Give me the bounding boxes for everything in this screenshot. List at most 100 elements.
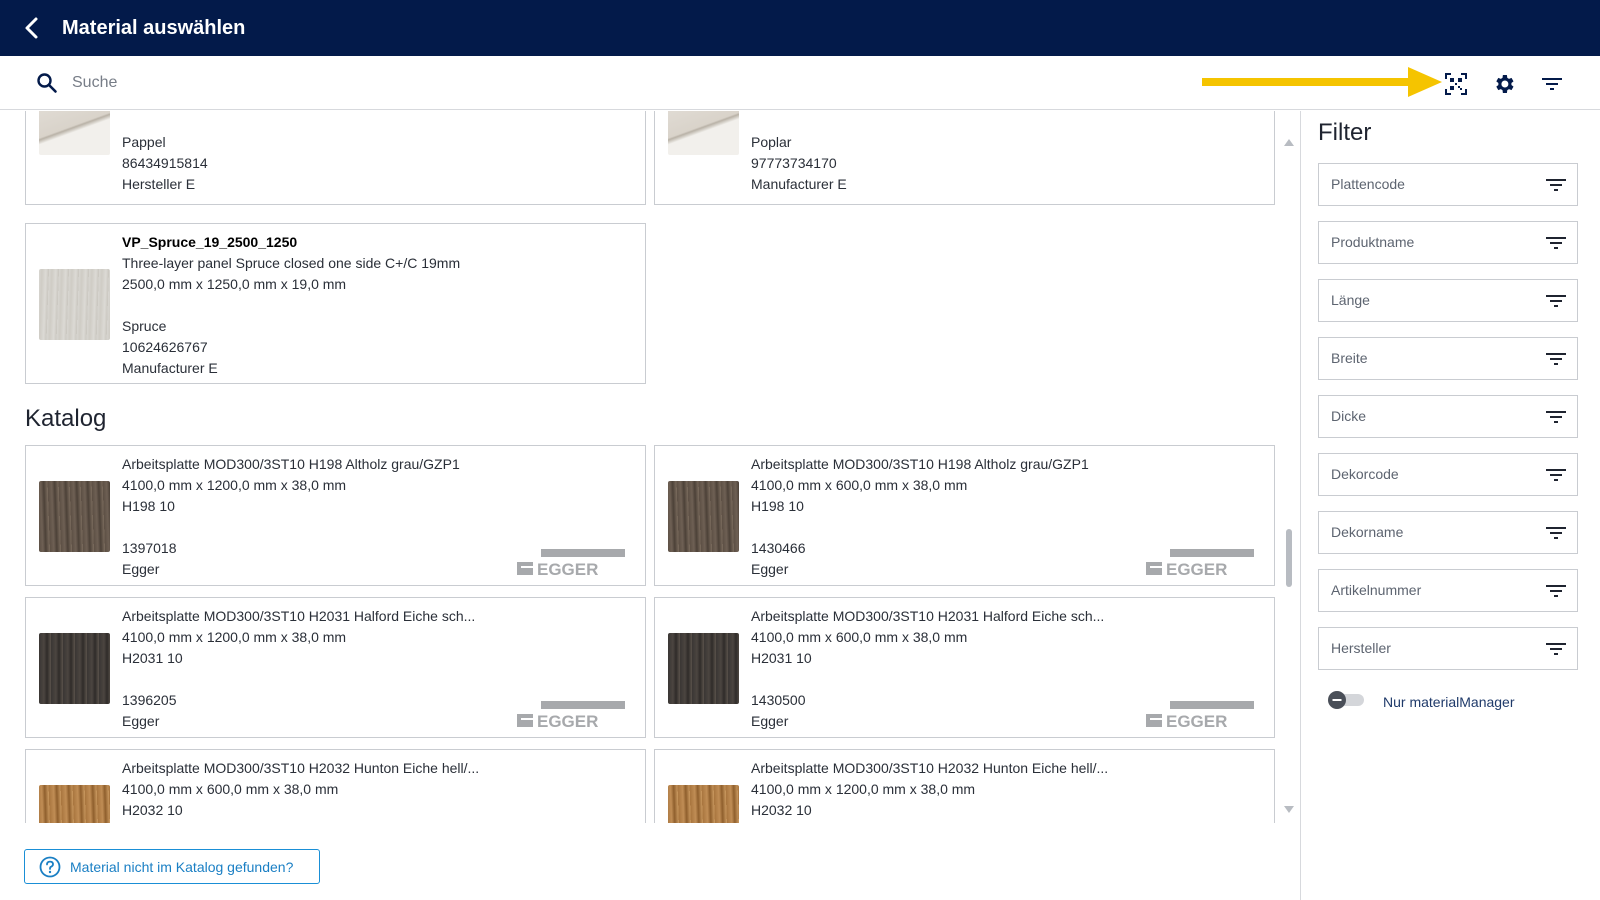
list-scrollbar[interactable] [1282,133,1296,823]
catalog-item-name: Arbeitsplatte MOD300/3ST10 H2032 Hunton … [122,760,480,776]
material-thumbnail [39,785,110,823]
app-header: Material auswählen [0,0,1600,56]
material-card[interactable]: Poplar 97773734170 Manufacturer E [654,111,1275,205]
page-title: Material auswählen [62,16,246,39]
catalog-item-decor: H2032 10 [751,802,812,818]
material-code: 97773734170 [751,155,837,171]
svg-text:EGGER: EGGER [1166,560,1227,577]
material-not-found-button[interactable]: Material nicht im Katalog gefunden? [24,849,320,884]
catalog-item-card[interactable]: Arbeitsplatte MOD300/3ST10 H2031 Halford… [654,597,1275,738]
filter-icon [1546,643,1566,655]
material-thumbnail [39,111,110,155]
annotation-arrow [1202,67,1442,97]
material-manager-toggle[interactable] [1328,691,1364,709]
scroll-up-icon[interactable] [1284,137,1294,147]
catalog-item-article: 1430466 [751,540,806,556]
svg-text:EGGER: EGGER [537,560,598,577]
catalog-item-manufacturer: Egger [751,713,789,729]
material-manufacturer: Manufacturer E [751,176,847,192]
svg-text:EGGER: EGGER [1166,712,1227,729]
catalog-item-name: Arbeitsplatte MOD300/3ST10 H2031 Halford… [751,608,1105,624]
filter-field-label: Produktname [1331,234,1415,250]
egger-logo: EGGER [1146,701,1254,729]
catalog-section-title: Katalog [25,405,107,432]
catalog-item-dimensions: 4100,0 mm x 1200,0 mm x 38,0 mm [122,477,347,493]
filter-field-label: Dekorcode [1331,466,1399,482]
catalog-item-decor: H198 10 [751,498,804,514]
catalog-item-name: Arbeitsplatte MOD300/3ST10 H198 Altholz … [122,456,460,472]
gear-icon [1496,75,1514,93]
material-not-found-label: Material nicht im Katalog gefunden? [70,858,294,875]
filter-panel: Filter Plattencode Produktname Länge Bre… [1300,111,1600,900]
material-thumbnail [39,481,110,552]
filter-icon [1546,585,1566,597]
filter-icon [1546,469,1566,481]
catalog-item-card[interactable]: Arbeitsplatte MOD300/3ST10 H2032 Hunton … [25,749,646,823]
filter-field-breite[interactable]: Breite [1318,337,1578,380]
catalog-item-card[interactable]: Arbeitsplatte MOD300/3ST10 H198 Altholz … [25,445,646,586]
catalog-item-card[interactable]: Arbeitsplatte MOD300/3ST10 H2031 Halford… [25,597,646,738]
catalog-item-decor: H2031 10 [751,650,812,666]
catalog-item-name: Arbeitsplatte MOD300/3ST10 H198 Altholz … [751,456,1089,472]
material-list-area: Pappel 86434915814 Hersteller E Poplar 9… [0,111,1300,823]
catalog-item-decor: H2031 10 [122,650,183,666]
filter-field-dekorcode[interactable]: Dekorcode [1318,453,1578,496]
material-code: 10624626767 [122,339,208,355]
filter-field-artikelnummer[interactable]: Artikelnummer [1318,569,1578,612]
catalog-item-article: 1397018 [122,540,177,556]
search-input[interactable] [72,68,672,98]
filter-field-dicke[interactable]: Dicke [1318,395,1578,438]
filter-field-label: Hersteller [1331,640,1391,656]
qr-scan-icon [1445,73,1467,95]
material-card[interactable]: Pappel 86434915814 Hersteller E [25,111,646,205]
filter-toggle-button[interactable] [1539,71,1565,97]
filter-field-laenge[interactable]: Länge [1318,279,1578,322]
filter-icon [1546,179,1566,191]
filter-field-label: Länge [1331,292,1370,308]
catalog-item-name: Arbeitsplatte MOD300/3ST10 H2032 Hunton … [751,760,1109,776]
material-name: Spruce [122,318,167,334]
filter-icon [1546,353,1566,365]
filter-field-label: Dicke [1331,408,1367,424]
back-button[interactable] [0,0,64,56]
material-manufacturer: Hersteller E [122,176,196,192]
filter-field-label: Breite [1331,350,1368,366]
material-thumbnail [668,785,739,823]
svg-text:EGGER: EGGER [537,712,598,729]
material-name: Poplar [751,134,792,150]
filter-field-label: Artikelnummer [1331,582,1422,598]
catalog-item-manufacturer: Egger [122,713,160,729]
material-card[interactable]: VP_Spruce_19_2500_1250 Three-layer panel… [25,223,646,384]
egger-logo: EGGER [517,701,625,729]
catalog-item-name: Arbeitsplatte MOD300/3ST10 H2031 Halford… [122,608,476,624]
filter-field-produktname[interactable]: Produktname [1318,221,1578,264]
material-thumbnail [39,633,110,704]
catalog-item-decor: H198 10 [122,498,175,514]
catalog-item-manufacturer: Egger [751,561,789,577]
scrollbar-thumb[interactable] [1286,529,1292,587]
qr-scan-button[interactable] [1443,71,1469,97]
filter-field-plattencode[interactable]: Plattencode [1318,163,1578,206]
catalog-item-card[interactable]: Arbeitsplatte MOD300/3ST10 H198 Altholz … [654,445,1275,586]
help-circle-icon [39,856,61,877]
material-product-name: VP_Spruce_19_2500_1250 [122,234,298,250]
material-thumbnail [668,111,739,155]
filter-field-dekorname[interactable]: Dekorname [1318,511,1578,554]
filter-icon [1546,411,1566,423]
settings-button[interactable] [1491,71,1517,97]
material-dimensions: 2500,0 mm x 1250,0 mm x 19,0 mm [122,276,347,292]
material-code: 86434915814 [122,155,208,171]
filter-icon [1546,237,1566,249]
material-description: Three-layer panel Spruce closed one side… [122,255,461,271]
catalog-item-card[interactable]: Arbeitsplatte MOD300/3ST10 H2032 Hunton … [654,749,1275,823]
scroll-down-icon[interactable] [1284,805,1294,815]
material-thumbnail [39,269,110,340]
material-manufacturer: Manufacturer E [122,360,218,376]
filter-icon [1542,78,1562,90]
egger-logo: EGGER [1146,549,1254,577]
filter-field-hersteller[interactable]: Hersteller [1318,627,1578,670]
filter-icon [1546,527,1566,539]
filter-field-label: Dekorname [1331,524,1404,540]
material-thumbnail [668,481,739,552]
catalog-item-article: 1396205 [122,692,177,708]
